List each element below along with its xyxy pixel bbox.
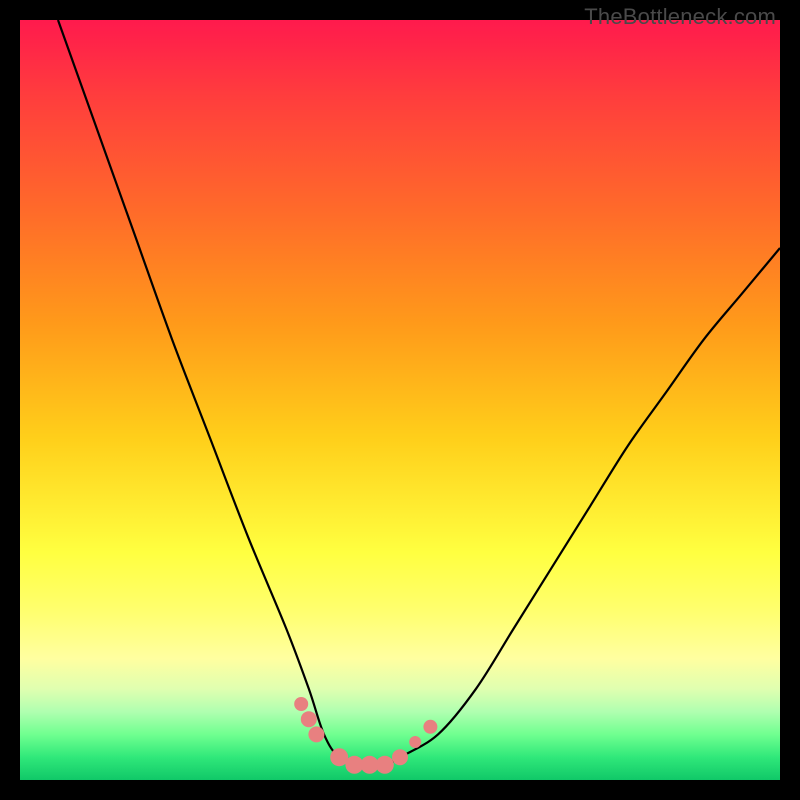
marker-right-slope-1 bbox=[392, 749, 408, 765]
marker-left-slope-1 bbox=[294, 697, 308, 711]
marker-left-slope-2 bbox=[301, 711, 317, 727]
marker-right-slope-2 bbox=[423, 720, 437, 734]
bottleneck-curve-svg bbox=[20, 20, 780, 780]
marker-left-slope-3 bbox=[308, 726, 324, 742]
bottleneck-curve-path bbox=[58, 20, 780, 766]
watermark-text: TheBottleneck.com bbox=[584, 4, 776, 30]
marker-bottom-4 bbox=[376, 756, 394, 774]
marker-right-gap bbox=[409, 736, 421, 748]
